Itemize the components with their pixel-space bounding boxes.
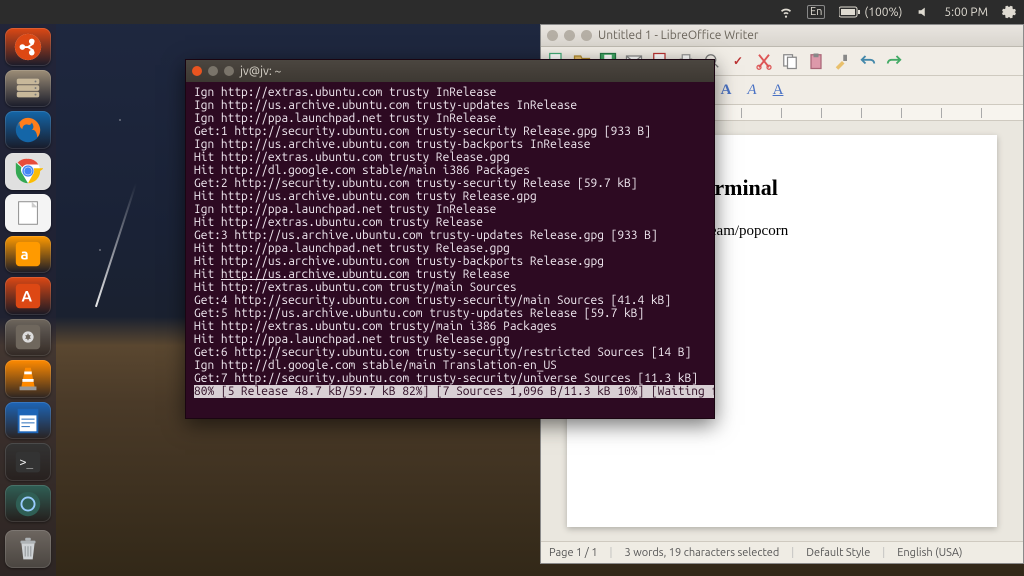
svg-text:a: a — [21, 246, 29, 263]
italic-button[interactable]: A — [741, 79, 763, 101]
writer-statusbar: Page 1 / 1 | 3 words, 19 characters sele… — [541, 541, 1023, 563]
underline-button[interactable]: A — [767, 79, 789, 101]
launcher-item-amazon[interactable]: a — [5, 236, 51, 274]
launcher-item-terminal[interactable]: >_ — [5, 443, 51, 481]
launcher-item-libreoffice[interactable] — [5, 194, 51, 232]
launcher-item-chrome[interactable] — [5, 153, 51, 191]
writer-titlebar[interactable]: Untitled 1 - LibreOffice Writer — [541, 25, 1023, 47]
bold-button[interactable]: A — [715, 79, 737, 101]
battery-indicator[interactable]: (100%) — [839, 6, 902, 19]
status-selection: 3 words, 19 characters selected — [625, 547, 780, 559]
top-panel: En (100%) 5:00 PM — [0, 0, 1024, 24]
launcher-trash[interactable] — [5, 530, 51, 568]
terminal-titlebar[interactable]: jv@jv: ~ — [186, 60, 714, 82]
window-close-button[interactable] — [547, 30, 558, 41]
paste-button[interactable] — [805, 50, 827, 72]
copy-button[interactable] — [779, 50, 801, 72]
status-language: English (USA) — [897, 547, 962, 559]
undo-button[interactable] — [857, 50, 879, 72]
terminal-minimize-button[interactable] — [208, 66, 218, 76]
unity-launcher: a A >_ — [0, 24, 56, 576]
window-minimize-button[interactable] — [564, 30, 575, 41]
cut-button[interactable] — [753, 50, 775, 72]
launcher-item-settings[interactable] — [5, 319, 51, 357]
launcher-item-firefox[interactable] — [5, 111, 51, 149]
svg-text:A: A — [21, 288, 32, 305]
status-page: Page 1 / 1 — [549, 547, 598, 559]
terminal-window: jv@jv: ~ Ign http://extras.ubuntu.com tr… — [185, 59, 715, 419]
terminal-maximize-button[interactable] — [224, 66, 234, 76]
format-paintbrush-button[interactable] — [831, 50, 853, 72]
terminal-title: jv@jv: ~ — [240, 65, 281, 78]
svg-text:>_: >_ — [20, 456, 34, 469]
keyboard-layout-indicator[interactable]: En — [807, 5, 825, 19]
battery-percent-label: (100%) — [864, 6, 902, 19]
window-maximize-button[interactable] — [581, 30, 592, 41]
writer-title: Untitled 1 - LibreOffice Writer — [598, 29, 758, 42]
terminal-output[interactable]: Ign http://extras.ubuntu.com trusty InRe… — [186, 82, 714, 418]
wifi-icon[interactable] — [779, 5, 793, 19]
status-style: Default Style — [806, 547, 870, 559]
terminal-close-button[interactable] — [192, 66, 202, 76]
launcher-item-software-center[interactable]: A — [5, 277, 51, 315]
gear-icon[interactable] — [1002, 5, 1016, 19]
launcher-item-files[interactable] — [5, 70, 51, 108]
launcher-item-dash[interactable] — [5, 28, 51, 66]
redo-button[interactable] — [883, 50, 905, 72]
launcher-item-app-unknown[interactable] — [5, 485, 51, 523]
launcher-item-vlc[interactable] — [5, 360, 51, 398]
launcher-item-writer[interactable] — [5, 402, 51, 440]
spellcheck-button[interactable]: ✓ — [727, 50, 749, 72]
clock-label[interactable]: 5:00 PM — [944, 6, 988, 19]
volume-icon[interactable] — [916, 5, 930, 19]
